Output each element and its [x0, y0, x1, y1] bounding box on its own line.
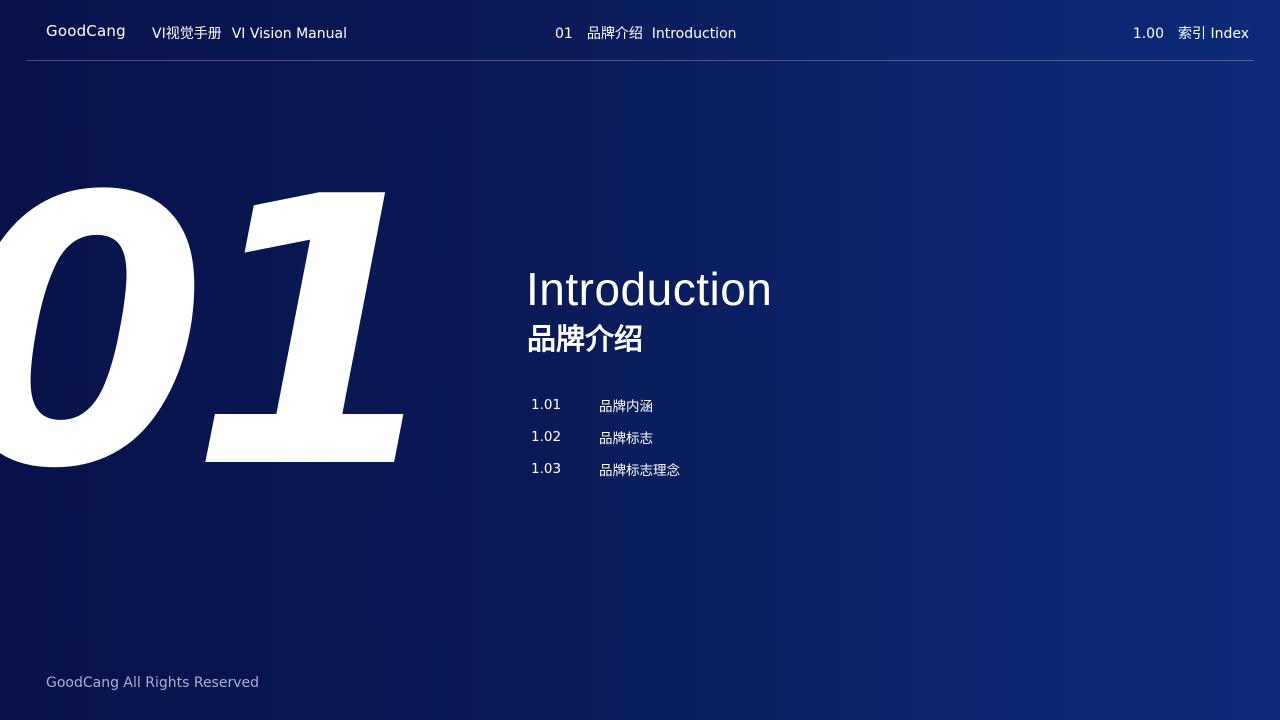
toc-item-number: 1.02 — [531, 429, 562, 445]
index-title-zh: 索引 — [1178, 26, 1206, 42]
toc-item-label: 品牌标志 — [599, 431, 653, 447]
manual-title: VI视觉手册 VI Vision Manual — [152, 23, 347, 43]
brand-name: GoodCang — [46, 22, 126, 40]
toc-item-label: 品牌内涵 — [599, 399, 653, 415]
chapter-title-en: Introduction — [526, 263, 773, 315]
index-number: 1.00 — [1132, 26, 1164, 42]
manual-title-en: VI Vision Manual — [231, 26, 347, 42]
copyright-footer: GoodCang All Rights Reserved — [46, 675, 260, 691]
page-header: GoodCang VI视觉手册 VI Vision Manual 01 品牌介绍 I… — [0, 0, 1280, 62]
toc-item[interactable]: 1.03 品牌标志理念 — [531, 453, 680, 485]
chapter-number: 01 — [0, 120, 447, 550]
table-of-contents: 1.01 品牌内涵 1.02 品牌标志 1.03 品牌标志理念 — [531, 389, 680, 485]
chapter-title-zh: 品牌介绍 — [527, 322, 644, 356]
index-label: 1.00 索引 Index — [1133, 23, 1249, 43]
toc-item[interactable]: 1.02 品牌标志 — [531, 421, 680, 453]
manual-title-zh: VI视觉手册 — [152, 26, 222, 42]
index-title-en: Index — [1210, 26, 1249, 42]
toc-item-number: 1.01 — [531, 397, 562, 413]
section-label: 01 品牌介绍 Introduction — [555, 23, 737, 43]
section-title-en: Introduction — [651, 26, 737, 42]
section-number: 01 — [555, 26, 573, 42]
toc-item-label: 品牌标志理念 — [599, 463, 680, 479]
toc-item[interactable]: 1.01 品牌内涵 — [531, 389, 680, 421]
section-title-zh: 品牌介绍 — [586, 26, 643, 42]
header-divider — [26, 60, 1254, 61]
toc-item-number: 1.03 — [531, 461, 562, 477]
